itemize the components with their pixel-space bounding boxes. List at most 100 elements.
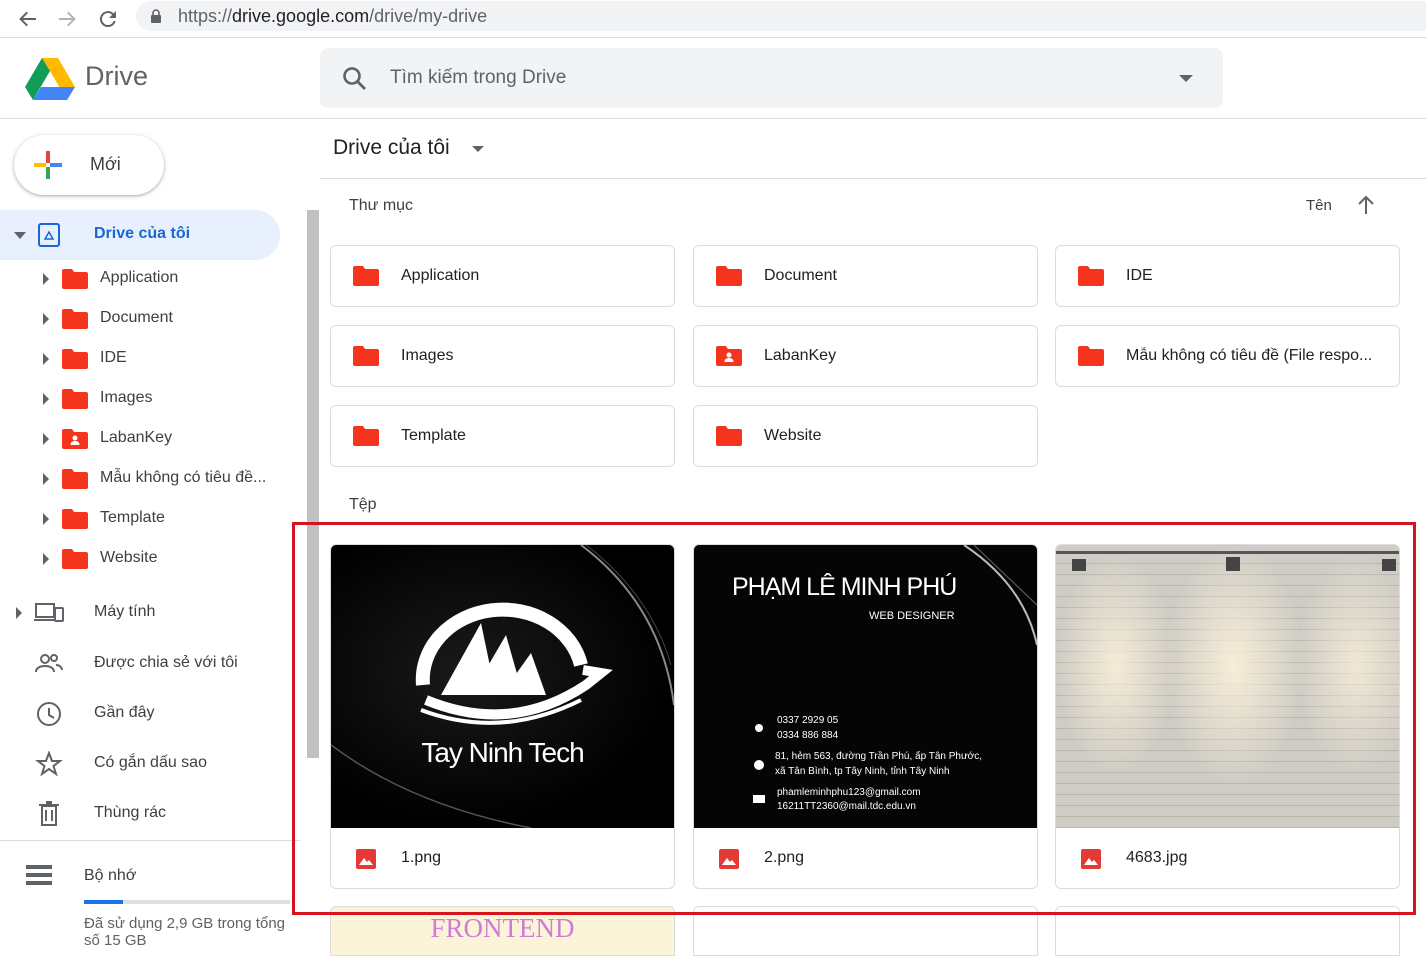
url-text: https://drive.google.com/drive/my-drive <box>178 6 488 26</box>
sidebar-item-my-drive[interactable]: Drive của tôi <box>0 210 280 260</box>
sidebar-folder-item[interactable]: Mẫu không có tiêu đề... <box>0 461 290 497</box>
image-file-icon <box>1081 849 1101 869</box>
folder-card[interactable]: Application <box>330 245 675 307</box>
folder-card[interactable]: Template <box>330 405 675 467</box>
folder-card[interactable]: Website <box>693 405 1038 467</box>
folder-icon <box>353 426 379 446</box>
drive-logo-icon[interactable] <box>25 58 75 100</box>
search-icon[interactable] <box>342 66 368 92</box>
folder-name: IDE <box>1126 267 1153 284</box>
main-divider <box>320 178 1426 179</box>
file-card[interactable]: 4683.jpg <box>1055 544 1400 889</box>
expand-arrow-icon[interactable] <box>43 473 49 485</box>
expand-arrow-icon[interactable] <box>43 393 49 405</box>
folder-icon <box>62 309 88 329</box>
sidebar-item-label: Thùng rác <box>94 804 167 821</box>
folder-icon <box>716 266 742 286</box>
people-icon <box>35 654 63 673</box>
sidebar-item-label: IDE <box>100 349 127 366</box>
folder-icon <box>62 389 88 409</box>
sidebar-item-label: Máy tính <box>94 603 156 620</box>
sidebar-item-shared[interactable]: Được chia sẻ với tôi <box>0 642 290 686</box>
sidebar-folder-item[interactable]: Application <box>0 261 290 297</box>
file-name: 1.png <box>401 849 442 866</box>
spotlight-lamps <box>1056 551 1399 571</box>
browser-toolbar: https://drive.google.com/drive/my-drive <box>0 0 1426 38</box>
sidebar-folder-item[interactable]: Website <box>0 541 290 577</box>
folder-icon <box>62 349 88 369</box>
app-name[interactable]: Drive <box>85 61 148 92</box>
folder-name: Template <box>401 427 466 444</box>
file-card-partial[interactable] <box>1055 906 1400 956</box>
shared-folder-icon <box>62 429 88 449</box>
sidebar-item-trash[interactable]: Thùng rác <box>0 792 290 836</box>
sidebar-item-label: Document <box>100 309 173 326</box>
storage-label[interactable]: Bộ nhớ <box>84 867 136 885</box>
folder-card[interactable]: IDE <box>1055 245 1400 307</box>
sidebar-item-computers[interactable]: Máy tính <box>0 591 290 635</box>
sidebar-item-label: Application <box>100 269 179 286</box>
sort-ascending-icon[interactable] <box>1357 195 1375 215</box>
sidebar-folder-item[interactable]: Images <box>0 381 290 417</box>
tay-ninh-tech-logo <box>331 545 674 828</box>
file-card[interactable]: PHẠM LÊ MINH PHÚ WEB DESIGNER 0337 2929 … <box>693 544 1038 889</box>
sidebar-item-recent[interactable]: Gần đây <box>0 692 290 736</box>
thumb-phone1: 0337 2929 05 <box>777 715 839 726</box>
folders-section-header: Thư mục <box>349 197 414 214</box>
thumb-email2: 16211TT2360@mail.tdc.edu.vn <box>777 801 916 812</box>
file-card-partial[interactable] <box>693 906 1038 956</box>
search-input[interactable] <box>390 65 1150 91</box>
sidebar-divider <box>0 840 300 841</box>
image-file-icon <box>356 849 376 869</box>
sidebar-item-label: Được chia sẻ với tôi <box>94 654 238 671</box>
folder-name: Website <box>764 427 822 444</box>
plus-icon <box>34 151 62 179</box>
search-options-icon[interactable] <box>1179 75 1193 82</box>
breadcrumb-dropdown-icon[interactable] <box>472 146 484 152</box>
sort-label[interactable]: Tên <box>1306 197 1332 214</box>
sidebar-folder-item[interactable]: Document <box>0 301 290 337</box>
file-card[interactable]: Tay Ninh Tech 1.png <box>330 544 675 889</box>
thumb-addr2: xã Tân Bình, tp Tây Ninh, tỉnh Tây Ninh <box>775 766 950 777</box>
folder-card[interactable]: Mẫu không có tiêu đề (File respo... <box>1055 325 1400 387</box>
sidebar-item-starred[interactable]: Có gắn dấu sao <box>0 742 290 786</box>
address-bar[interactable]: https://drive.google.com/drive/my-drive <box>136 1 1426 31</box>
new-button[interactable]: Mới <box>14 135 164 195</box>
forward-icon[interactable] <box>52 4 82 34</box>
expand-arrow-icon[interactable] <box>16 607 22 619</box>
sidebar-folder-item[interactable]: IDE <box>0 341 290 377</box>
expand-arrow-icon[interactable] <box>43 353 49 365</box>
expand-arrow-icon[interactable] <box>43 553 49 565</box>
folder-icon <box>62 469 88 489</box>
sidebar-item-label: Images <box>100 389 153 406</box>
storage-icon <box>26 865 52 885</box>
sidebar-item-label: Template <box>100 509 165 526</box>
search-bar[interactable] <box>320 48 1223 108</box>
sidebar-folder-item[interactable]: LabanKey <box>0 421 290 457</box>
expand-arrow-icon[interactable] <box>43 513 49 525</box>
collapse-arrow-icon[interactable] <box>14 232 26 239</box>
peek-text: FRONTEND <box>430 913 575 943</box>
expand-arrow-icon[interactable] <box>43 313 49 325</box>
folder-card[interactable]: Images <box>330 325 675 387</box>
folder-icon <box>1078 346 1104 366</box>
folder-card[interactable]: LabanKey <box>693 325 1038 387</box>
thumb-addr1: 81, hẻm 563, đường Trần Phú, ấp Tân Phướ… <box>775 751 982 762</box>
thumb-email1: phamleminhphu123@gmail.com <box>777 787 921 798</box>
thumb-name: PHẠM LÊ MINH PHÚ <box>732 573 957 601</box>
breadcrumb[interactable]: Drive của tôi <box>333 136 450 160</box>
expand-arrow-icon[interactable] <box>43 273 49 285</box>
expand-arrow-icon[interactable] <box>43 433 49 445</box>
lock-icon <box>151 9 161 23</box>
back-icon[interactable] <box>13 4 43 34</box>
folder-name: Document <box>764 267 837 284</box>
sidebar-scrollbar[interactable] <box>307 210 319 758</box>
folder-icon <box>1078 266 1104 286</box>
reload-icon[interactable] <box>93 4 123 34</box>
sidebar-item-label: Drive của tôi <box>94 225 191 242</box>
file-thumbnail <box>1056 545 1399 828</box>
file-card-partial[interactable]: FRONTEND <box>330 906 675 956</box>
clock-icon <box>37 702 61 726</box>
folder-card[interactable]: Document <box>693 245 1038 307</box>
sidebar-folder-item[interactable]: Template <box>0 501 290 537</box>
